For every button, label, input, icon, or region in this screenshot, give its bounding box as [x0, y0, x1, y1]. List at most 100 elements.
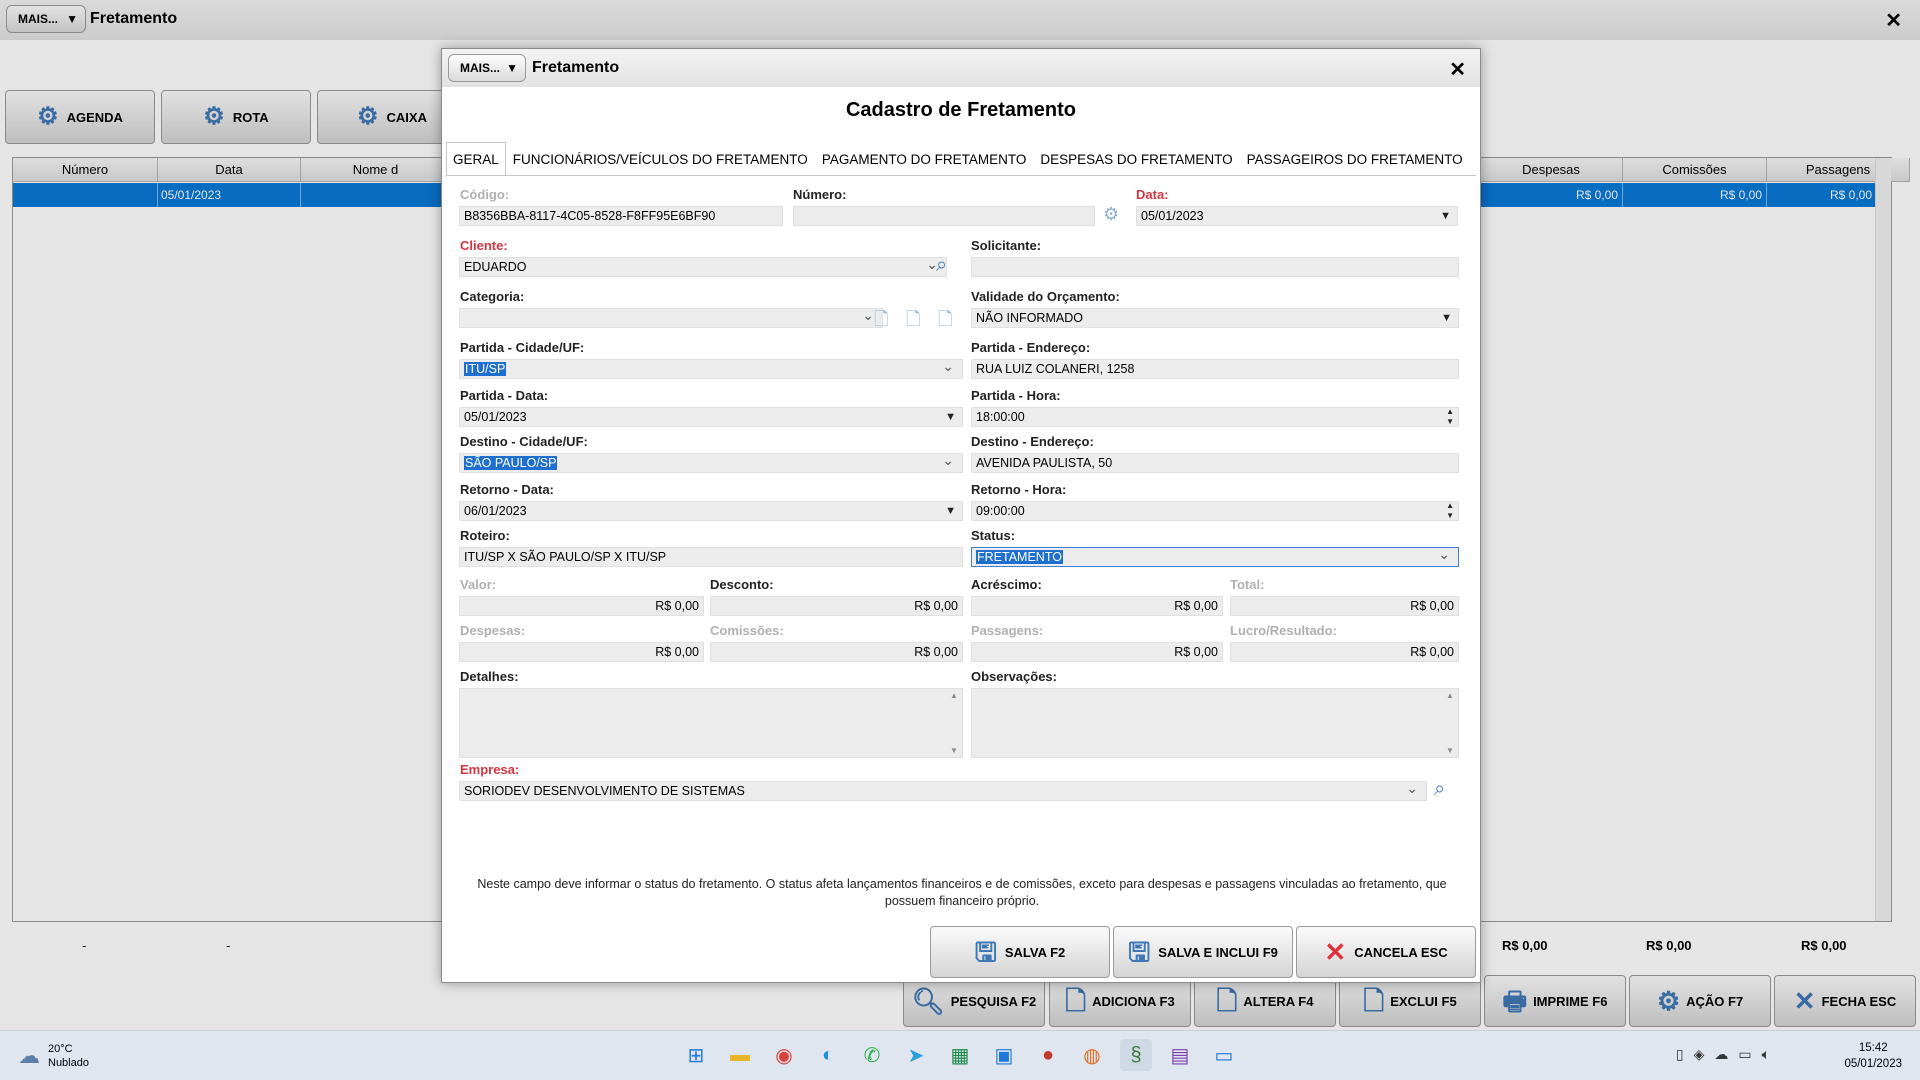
salva-inclui-button[interactable]: 🖫 SALVA E INCLUI F9	[1113, 926, 1293, 978]
column-despesas[interactable]: Despesas	[1480, 158, 1623, 182]
gear-icon[interactable]: ⚙	[1103, 204, 1119, 225]
empresa-combo[interactable]: SORIODEV DESENVOLVIMENTO DE SISTEMAS	[459, 781, 1427, 801]
cloud-sync-icon[interactable]: ☁	[1714, 1046, 1728, 1063]
table-row-cell[interactable]	[13, 183, 158, 207]
status-combo[interactable]: FRETAMENTO	[971, 547, 1459, 567]
weather-widget[interactable]: ☁ 20°C Nublado	[18, 1042, 89, 1070]
memo-scrollbar[interactable]: ▲ ▼	[1444, 691, 1456, 755]
solicitante-field[interactable]	[971, 257, 1459, 277]
desconto-field[interactable]: R$ 0,00	[710, 596, 963, 616]
codigo-field[interactable]: B8356BBA-8117-4C05-8528-F8FF95E6BF90	[459, 206, 783, 226]
clock[interactable]: 15:42 05/01/2023	[1844, 1040, 1902, 1072]
app-icon[interactable]: ▤	[1164, 1039, 1196, 1071]
acao-label: AÇÃO F7	[1686, 993, 1744, 1009]
file-explorer-icon[interactable]: ▬	[724, 1039, 756, 1071]
view-document-icon[interactable]: 🗋	[938, 307, 952, 337]
start-icon[interactable]: ⊞	[680, 1039, 712, 1071]
firefox-icon[interactable]: ◍	[1076, 1039, 1108, 1071]
table-row-cell[interactable]: R$ 0,00	[1480, 183, 1623, 207]
validade-label: Validade do Orçamento:	[971, 289, 1120, 304]
valor-field[interactable]: R$ 0,00	[459, 596, 704, 616]
lucro-field[interactable]: R$ 0,00	[1230, 642, 1459, 662]
partida-hora-field[interactable]: 18:00:00 ▲ ▼	[971, 407, 1459, 427]
salva-button[interactable]: 🖫 SALVA F2	[930, 926, 1110, 978]
valor-label: Valor:	[460, 577, 497, 592]
search-icon[interactable]: ⌕	[936, 254, 947, 277]
column-nome[interactable]: Nome d	[301, 158, 451, 182]
add-document-icon[interactable]: 🗋	[874, 307, 888, 337]
passagens-field[interactable]: R$ 0,00	[971, 642, 1223, 662]
modal-close-button[interactable]: ✕	[1449, 57, 1466, 82]
tab-despesas[interactable]: DESPESAS DO FRETAMENTO	[1033, 142, 1239, 176]
total-field[interactable]: R$ 0,00	[1230, 596, 1459, 616]
spinner-icon[interactable]: ▲ ▼	[1446, 502, 1454, 520]
shield-icon[interactable]: ◈	[1694, 1046, 1705, 1063]
chevron-down-icon[interactable]: ▼	[945, 408, 956, 426]
main-close-button[interactable]: ✕	[1885, 8, 1902, 33]
chrome-icon[interactable]: ◉	[768, 1039, 800, 1071]
numero-field[interactable]	[793, 206, 1095, 226]
table-row-cell[interactable]: 05/01/2023	[158, 183, 301, 207]
column-numero[interactable]: Número	[13, 158, 158, 182]
chevron-down-icon[interactable]: ▼	[945, 502, 956, 520]
rota-button[interactable]: ⚙ ROTA	[161, 90, 311, 144]
search-icon[interactable]: ⌕	[1434, 778, 1445, 801]
imprime-button[interactable]: 🖶 IMPRIME F6	[1484, 975, 1626, 1027]
detalhes-textarea[interactable]: ▲ ▼	[459, 688, 963, 758]
chevron-down-icon[interactable]: ▼	[1441, 309, 1452, 327]
tab-funcionarios-veiculos[interactable]: FUNCIONÁRIOS/VEÍCULOS DO FRETAMENTO	[506, 142, 815, 176]
grid-scrollbar[interactable]	[1875, 158, 1891, 921]
usb-icon[interactable]: ▯	[1676, 1046, 1684, 1063]
partida-cidade-combo[interactable]: ITU/SP	[459, 359, 963, 379]
fecha-button[interactable]: ✕ FECHA ESC	[1774, 975, 1916, 1027]
destino-endereco-field[interactable]: AVENIDA PAULISTA, 50	[971, 453, 1459, 473]
acao-button[interactable]: ⚙ AÇÃO F7	[1629, 975, 1771, 1027]
weather-temp: 20°C	[48, 1043, 73, 1055]
app-icon[interactable]: ▭	[1208, 1039, 1240, 1071]
validade-select[interactable]: NÃO INFORMADO ▼	[971, 308, 1459, 328]
despesas-label: Despesas:	[460, 623, 526, 638]
memo-scrollbar[interactable]: ▲ ▼	[948, 691, 960, 755]
network-icon[interactable]: ▭	[1738, 1046, 1751, 1063]
main-mais-button[interactable]: MAIS... ▼	[6, 5, 86, 33]
table-row-cell[interactable]: R$ 0,00	[1767, 183, 1877, 207]
table-row-cell[interactable]: R$ 0,00	[1623, 183, 1767, 207]
tab-passageiros[interactable]: PASSAGEIROS DO FRETAMENTO	[1240, 142, 1470, 176]
column-comissoes[interactable]: Comissões	[1623, 158, 1767, 182]
column-data[interactable]: Data	[158, 158, 301, 182]
soriodev-app-icon[interactable]: §	[1120, 1039, 1152, 1071]
spreadsheet-icon[interactable]: ▦	[944, 1039, 976, 1071]
agenda-button[interactable]: ⚙ AGENDA	[5, 90, 155, 144]
roteiro-label: Roteiro:	[460, 528, 510, 543]
tab-geral[interactable]: GERAL	[446, 142, 506, 176]
app-icon[interactable]: ●	[1032, 1039, 1064, 1071]
chevron-down-icon[interactable]: ▼	[1440, 207, 1451, 225]
tab-divider	[446, 175, 1476, 176]
acrescimo-field[interactable]: R$ 0,00	[971, 596, 1223, 616]
partida-data-field[interactable]: 05/01/2023 ▼	[459, 407, 963, 427]
volume-icon[interactable]: 🔈︎	[1762, 1046, 1770, 1063]
comissoes-field[interactable]: R$ 0,00	[710, 642, 963, 662]
partida-endereco-field[interactable]: RUA LUIZ COLANERI, 1258	[971, 359, 1459, 379]
roteiro-field[interactable]: ITU/SP X SÃO PAULO/SP X ITU/SP	[459, 547, 963, 567]
status-value: FRETAMENTO	[976, 550, 1063, 564]
app-icon[interactable]: ▣	[988, 1039, 1020, 1071]
whatsapp-icon[interactable]: ✆	[856, 1039, 888, 1071]
retorno-data-field[interactable]: 06/01/2023 ▼	[459, 501, 963, 521]
edit-document-icon[interactable]: 🗋	[906, 307, 920, 337]
spinner-icon[interactable]: ▲ ▼	[1446, 408, 1454, 426]
gear-icon: ⚙	[357, 103, 379, 130]
destino-cidade-combo[interactable]: SÃO PAULO/SP	[459, 453, 963, 473]
telegram-icon[interactable]: ➤	[900, 1039, 932, 1071]
categoria-combo[interactable]	[459, 308, 883, 328]
table-row-cell[interactable]	[301, 183, 451, 207]
tab-pagamento[interactable]: PAGAMENTO DO FRETAMENTO	[815, 142, 1034, 176]
observacoes-textarea[interactable]: ▲ ▼	[971, 688, 1459, 758]
data-field[interactable]: 05/01/2023 ▼	[1136, 206, 1458, 226]
despesas-field[interactable]: R$ 0,00	[459, 642, 704, 662]
cliente-combo[interactable]: EDUARDO	[459, 257, 947, 277]
modal-mais-button[interactable]: MAIS... ▼	[448, 54, 526, 82]
cancela-button[interactable]: ✕ CANCELA ESC	[1296, 926, 1476, 978]
retorno-hora-field[interactable]: 09:00:00 ▲ ▼	[971, 501, 1459, 521]
edge-icon[interactable]: ◐	[812, 1039, 844, 1071]
